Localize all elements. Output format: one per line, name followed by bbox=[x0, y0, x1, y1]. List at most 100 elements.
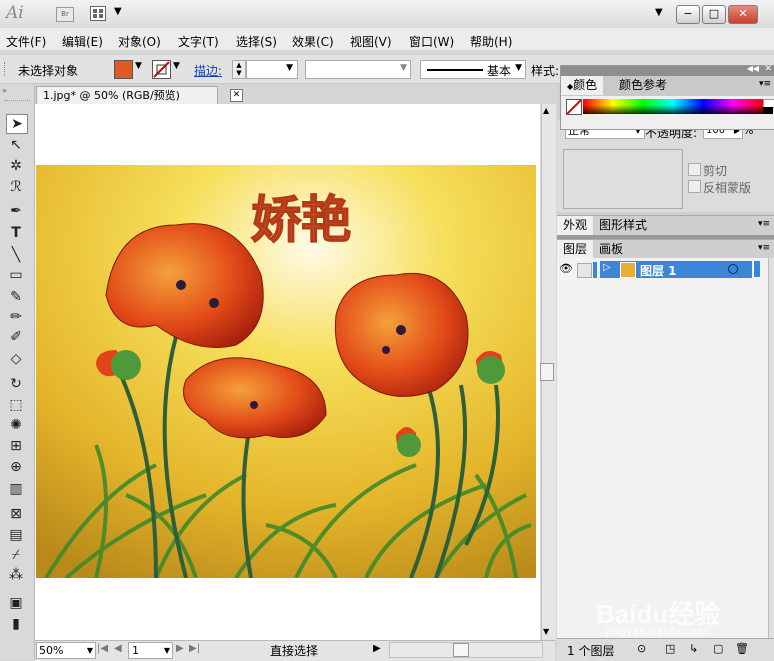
menu-select[interactable]: 选择(S) bbox=[236, 33, 277, 50]
pen-tool-icon[interactable]: ✒ bbox=[6, 202, 26, 220]
gradient-tool-icon[interactable]: ▤ bbox=[6, 526, 26, 544]
magic-wand-tool-icon[interactable]: ✲ bbox=[6, 157, 26, 175]
menu-file[interactable]: 文件(F) bbox=[6, 33, 46, 50]
stroke-label[interactable]: 描边: bbox=[194, 62, 222, 79]
tab-artboards[interactable]: 画板 bbox=[593, 240, 629, 259]
tool-status-text[interactable]: 直接选择 bbox=[270, 642, 318, 659]
tab-appearance[interactable]: 外观 bbox=[557, 216, 594, 235]
pencil-tool-icon[interactable]: ✏ bbox=[6, 308, 26, 326]
layers-menu-icon[interactable]: ▾≡ bbox=[758, 243, 770, 253]
scroll-down-icon[interactable]: ▼ bbox=[543, 627, 549, 636]
tools-grip bbox=[4, 100, 30, 107]
rectangle-tool-icon[interactable]: ▭ bbox=[6, 266, 26, 284]
rotate-tool-icon[interactable]: ↻ bbox=[6, 375, 26, 393]
artboard-number-field[interactable]: 1 ▼ bbox=[128, 642, 173, 659]
collapse-icon[interactable]: ◀◀ bbox=[747, 64, 759, 73]
close-icon[interactable]: ✕ bbox=[230, 89, 243, 102]
blob-brush-tool-icon[interactable]: ✐ bbox=[6, 328, 26, 346]
layers-footer: 1 个图层 ⊙ ◳ ↳ ▢ 🗑 bbox=[557, 638, 774, 661]
menu-object[interactable]: 对象(O) bbox=[118, 33, 161, 50]
target-icon[interactable] bbox=[728, 264, 738, 274]
close-icon[interactable]: ✕ bbox=[764, 64, 772, 74]
menu-view[interactable]: 视图(V) bbox=[350, 33, 392, 50]
scroll-up-icon[interactable]: ▲ bbox=[543, 106, 549, 115]
graph-tool-icon[interactable]: ▥ bbox=[6, 480, 26, 498]
bridge-button[interactable]: Br bbox=[56, 7, 74, 22]
stroke-weight-stepper[interactable]: ▲ ▼ bbox=[232, 60, 246, 79]
restore-button[interactable]: □ bbox=[702, 5, 726, 24]
none-swatch[interactable] bbox=[566, 99, 582, 115]
minimize-button[interactable]: − bbox=[676, 5, 700, 24]
panel-menu-icon[interactable]: ▾≡ bbox=[759, 79, 771, 89]
paintbrush-tool-icon[interactable]: ✎ bbox=[6, 288, 26, 306]
document-tab[interactable]: 1.jpg* @ 50% (RGB/预览) ✕ bbox=[36, 86, 243, 104]
previous-artboard-icon[interactable]: ◀ bbox=[114, 643, 122, 654]
selection-tool-icon[interactable]: ➤ bbox=[6, 114, 28, 134]
zoom-field[interactable]: 50% ▼ bbox=[36, 642, 96, 659]
menu-window[interactable]: 窗口(W) bbox=[409, 33, 454, 50]
panel-collapse-icon[interactable]: » bbox=[2, 86, 7, 95]
menu-help[interactable]: 帮助(H) bbox=[470, 33, 512, 50]
selection-indicator[interactable] bbox=[753, 261, 760, 277]
stroke-swatch[interactable] bbox=[152, 60, 171, 79]
last-artboard-icon[interactable]: ▶| bbox=[189, 643, 200, 654]
stroke-preview-line bbox=[427, 69, 483, 71]
delete-layer-icon[interactable]: 🗑 bbox=[735, 642, 749, 655]
artwork-image[interactable]: 娇艳 bbox=[36, 165, 536, 578]
free-transform-tool-icon[interactable]: ⊞ bbox=[6, 437, 26, 455]
tab-graphic-styles[interactable]: 图形样式 bbox=[593, 216, 653, 235]
appearance-menu-icon[interactable]: ▾≡ bbox=[758, 219, 770, 229]
first-artboard-icon[interactable]: |◀ bbox=[97, 643, 108, 654]
arrange-documents-button[interactable] bbox=[90, 6, 106, 21]
locate-object-icon[interactable]: ⊙ bbox=[637, 642, 646, 655]
close-button[interactable]: ✕ bbox=[728, 5, 758, 24]
fill-swatch[interactable] bbox=[114, 60, 133, 79]
warp-tool-icon[interactable]: ✺ bbox=[6, 416, 26, 434]
blend-tool-icon[interactable]: ⁂ bbox=[6, 566, 26, 584]
direct-selection-tool-icon[interactable]: ↖ bbox=[6, 136, 26, 154]
shape-builder-tool-icon[interactable]: ⊕ bbox=[6, 458, 26, 476]
menu-edit[interactable]: 编辑(E) bbox=[62, 33, 103, 50]
variable-width-dropdown[interactable]: ▼ bbox=[305, 60, 411, 79]
scale-tool-icon[interactable]: ⬚ bbox=[6, 396, 26, 414]
eyedropper-tool-icon[interactable]: ⌿ bbox=[6, 546, 26, 564]
new-layer-icon[interactable]: ▢ bbox=[713, 642, 723, 655]
tab-layers[interactable]: 图层 bbox=[557, 240, 594, 259]
new-sublayer-icon[interactable]: ↳ bbox=[689, 642, 698, 655]
stroke-chevron-down-icon[interactable]: ▼ bbox=[173, 61, 180, 71]
symbol-sprayer-tool-icon[interactable]: ▣ bbox=[6, 594, 26, 612]
layers-scrollbar[interactable] bbox=[768, 258, 774, 638]
brush-definition-dropdown[interactable]: 基本 ▼ bbox=[420, 60, 526, 79]
lasso-tool-icon[interactable]: ℛ bbox=[6, 178, 26, 196]
style-label: 样式: bbox=[531, 64, 560, 78]
eye-icon[interactable]: 👁 bbox=[559, 262, 573, 275]
workspace-chevron-down-icon[interactable]: ▼ bbox=[655, 7, 663, 18]
next-artboard-icon[interactable]: ▶ bbox=[176, 643, 184, 654]
tab-color-guide[interactable]: 颜色参考 bbox=[613, 76, 673, 95]
horizontal-scrollbar-thumb[interactable] bbox=[453, 643, 469, 657]
chevron-down-icon[interactable]: ▼ bbox=[114, 6, 122, 17]
status-menu-arrow-icon[interactable]: ▶ bbox=[373, 643, 381, 654]
type-tool-icon[interactable]: T bbox=[6, 224, 26, 242]
eraser-tool-icon[interactable]: ◇ bbox=[6, 350, 26, 368]
expand-triangle-icon[interactable]: ▷ bbox=[603, 262, 611, 273]
scrollbar-thumb[interactable] bbox=[540, 363, 554, 381]
layer-name[interactable]: 图层 1 bbox=[640, 262, 677, 279]
mask-thumbnail[interactable] bbox=[563, 149, 683, 209]
menu-type[interactable]: 文字(T) bbox=[178, 33, 219, 50]
layer-row[interactable]: ▷ 图层 1 bbox=[600, 261, 752, 278]
column-graph-tool-icon[interactable]: ▮ bbox=[6, 615, 26, 633]
tab-color[interactable]: ◆颜色 bbox=[561, 76, 604, 95]
stroke-weight-field[interactable]: ▼ bbox=[246, 60, 298, 79]
mesh-tool-icon[interactable]: ⊠ bbox=[6, 505, 26, 523]
lock-toggle[interactable] bbox=[577, 263, 592, 278]
menu-effect[interactable]: 效果(C) bbox=[292, 33, 334, 50]
clip-checkbox[interactable] bbox=[688, 163, 701, 176]
black-swatch[interactable] bbox=[763, 107, 773, 114]
line-tool-icon[interactable]: ╲ bbox=[6, 246, 26, 264]
fill-chevron-down-icon[interactable]: ▼ bbox=[135, 61, 142, 71]
color-panel-header[interactable]: ◀◀ ✕ bbox=[561, 64, 774, 76]
clipping-mask-icon[interactable]: ◳ bbox=[665, 642, 675, 655]
invert-mask-checkbox[interactable] bbox=[688, 180, 701, 193]
horizontal-scrollbar[interactable] bbox=[389, 642, 543, 658]
